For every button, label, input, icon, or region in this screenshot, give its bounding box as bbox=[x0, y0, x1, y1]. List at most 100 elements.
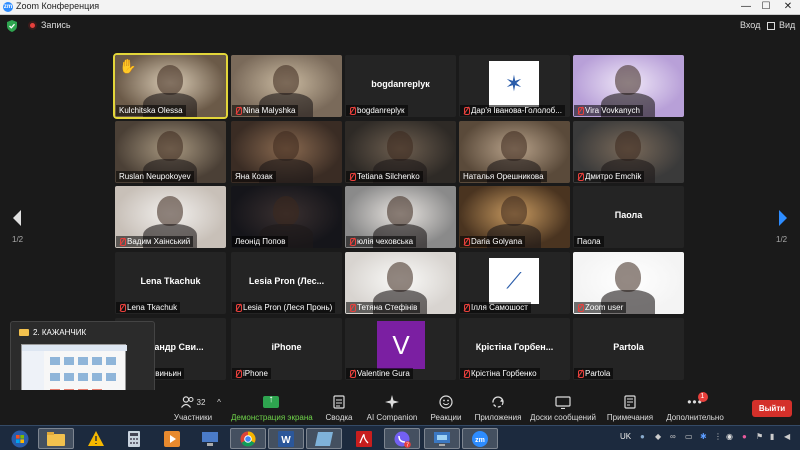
bluetooth-icon[interactable]: ✱ bbox=[700, 432, 707, 441]
apps-button[interactable]: Приложения bbox=[474, 394, 522, 422]
share-preview-title: 2. КАЖАНЧИК bbox=[33, 328, 87, 337]
participant-tile[interactable]: Паола Паола bbox=[573, 186, 684, 248]
page-indicator-right: 1/2 bbox=[776, 235, 788, 244]
share-screen-button[interactable]: Демонстрация экрана bbox=[231, 394, 313, 422]
enter-button[interactable]: Вход bbox=[740, 20, 760, 30]
taskbar-remote-desktop[interactable] bbox=[424, 428, 460, 449]
folder-icon bbox=[47, 431, 65, 446]
tray-flag-icon[interactable]: ⚑ bbox=[756, 432, 763, 441]
maximize-button[interactable]: ☐ bbox=[756, 0, 776, 15]
muted-mic-icon bbox=[349, 237, 356, 246]
recording-icon bbox=[28, 21, 37, 30]
participant-tile[interactable]: Lesia Pron (Лес... Lesia Pron (Леся Пронь… bbox=[231, 252, 342, 314]
participant-tile[interactable]: iPhone iPhone bbox=[231, 318, 342, 380]
volume-icon[interactable]: ◀ bbox=[784, 432, 790, 441]
network-monitor-icon bbox=[202, 431, 218, 446]
participant-tile[interactable]: Леонід Попов bbox=[231, 186, 342, 248]
participants-label: Участники bbox=[173, 413, 213, 422]
participant-tile[interactable]: Partola Partola bbox=[573, 318, 684, 380]
language-indicator[interactable]: UK bbox=[620, 432, 631, 441]
muted-mic-icon bbox=[349, 106, 356, 115]
participant-name: Паола bbox=[577, 237, 601, 246]
participant-name: bogdanreplук bbox=[357, 106, 405, 115]
participant-tile[interactable]: ⟋ Ілля Самошост bbox=[459, 252, 570, 314]
participant-name-bar: Kulchitska Olessa bbox=[116, 105, 186, 116]
participant-name: Daria Golyana bbox=[471, 237, 523, 246]
tray-dots-icon[interactable]: ⋮ bbox=[714, 432, 722, 441]
person-silhouette bbox=[273, 196, 299, 226]
taskbar-chrome[interactable] bbox=[230, 428, 266, 449]
taskbar-explorer[interactable] bbox=[38, 428, 74, 449]
prev-page-arrow-icon[interactable] bbox=[10, 208, 24, 228]
chrome-icon bbox=[240, 431, 256, 447]
participant-tile[interactable]: Яна Козак bbox=[231, 121, 342, 183]
tray-keyboard-icon[interactable]: ▭ bbox=[685, 432, 693, 441]
more-button[interactable]: ••• 1 Дополнительно bbox=[662, 392, 728, 422]
whiteboards-label: Доски сообщений bbox=[530, 413, 597, 422]
summary-button[interactable]: Сводка bbox=[322, 394, 356, 422]
taskbar-word[interactable]: W bbox=[268, 428, 304, 449]
participant-tile[interactable]: Вадим Хаінський bbox=[115, 186, 226, 248]
participant-tile[interactable]: Ruslan Neupokoyev bbox=[115, 121, 226, 183]
participant-tile[interactable]: Zoom user bbox=[573, 252, 684, 314]
participant-tile[interactable]: Наталья Орешникова bbox=[459, 121, 570, 183]
taskbar-viber[interactable]: 7 bbox=[384, 428, 420, 449]
participant-tile[interactable]: Тетяна Стефінів bbox=[345, 252, 456, 314]
svg-text:W: W bbox=[281, 435, 291, 446]
share-screen-label: Демонстрация экрана bbox=[231, 413, 313, 422]
taskbar-calculator[interactable] bbox=[116, 428, 152, 449]
logo-image: ✶ bbox=[489, 61, 539, 107]
participant-tile[interactable]: Nina Malyshka bbox=[231, 55, 342, 117]
participant-tile[interactable]: Vira Vovkanych bbox=[573, 55, 684, 117]
close-button[interactable]: ✕ bbox=[778, 0, 798, 15]
person-silhouette bbox=[615, 131, 641, 161]
participant-tile[interactable]: Крістіна Горбен... Крістіна Горбенко bbox=[459, 318, 570, 380]
participant-tile[interactable]: V Valentine Gura bbox=[345, 318, 456, 380]
start-button[interactable] bbox=[2, 428, 38, 449]
person-silhouette bbox=[157, 196, 183, 226]
minimize-button[interactable]: — bbox=[736, 0, 756, 15]
gallery-grid: ✋ Kulchitska Olessa Nina Malyshka bogdanrep… bbox=[113, 53, 687, 385]
participant-tile[interactable]: Lena Tkachuk Lena Tkachuk bbox=[115, 252, 226, 314]
participant-name-bar: Крістіна Горбенко bbox=[460, 368, 540, 379]
taskbar-media-player[interactable] bbox=[154, 428, 190, 449]
grid-view-icon[interactable] bbox=[767, 22, 775, 30]
ai-companion-button[interactable]: AI Companion bbox=[366, 394, 418, 422]
participant-tile[interactable]: bogdanreplук bogdanreplук bbox=[345, 55, 456, 117]
taskbar-tablet-app[interactable] bbox=[306, 428, 342, 449]
tray-zoom-icon[interactable]: ● bbox=[640, 432, 645, 441]
zoom-taskbar-label: zm bbox=[475, 437, 485, 444]
participants-options-caret-icon[interactable]: ^ bbox=[214, 398, 224, 407]
reactions-button[interactable]: Реакции bbox=[428, 394, 464, 422]
participant-tile[interactable]: Дмитро Emchik bbox=[573, 121, 684, 183]
participant-tile[interactable]: ✋ Kulchitska Olessa bbox=[113, 53, 228, 119]
taskbar-app-warning[interactable] bbox=[78, 428, 114, 449]
reactions-label: Реакции bbox=[430, 413, 462, 422]
recording-label[interactable]: Запись bbox=[41, 20, 71, 30]
participant-tile[interactable]: Daria Golyana bbox=[459, 186, 570, 248]
view-button[interactable]: Вид bbox=[779, 20, 795, 30]
notes-button[interactable]: Примечания bbox=[606, 394, 654, 422]
participant-tile[interactable]: Tetiana Silchenko bbox=[345, 121, 456, 183]
avatar: V bbox=[377, 321, 425, 369]
security-shield-icon[interactable] bbox=[7, 20, 17, 32]
participant-name-bar: Ілля Самошост bbox=[460, 302, 531, 313]
participant-name: Nina Malyshka bbox=[243, 106, 296, 115]
participant-name: Kulchitska Olessa bbox=[119, 106, 183, 115]
network-icon[interactable]: ▮ bbox=[770, 432, 774, 441]
taskbar-app-monitor[interactable] bbox=[192, 428, 228, 449]
taskbar-acrobat[interactable] bbox=[346, 428, 382, 449]
next-page-arrow-icon[interactable] bbox=[776, 208, 790, 228]
tray-app-icon[interactable]: ◆ bbox=[655, 432, 661, 441]
leave-button[interactable]: Выйти bbox=[752, 400, 792, 417]
participant-tile[interactable]: юлія чеховська bbox=[345, 186, 456, 248]
taskbar-zoom[interactable]: zm bbox=[462, 428, 498, 449]
tray-viber-icon[interactable]: ● bbox=[742, 432, 747, 441]
muted-mic-icon bbox=[235, 106, 242, 115]
participant-name-bar: Vira Vovkanych bbox=[574, 105, 643, 116]
participant-name-bar: Tetiana Silchenko bbox=[346, 171, 423, 182]
tray-shield-icon[interactable]: ◉ bbox=[726, 432, 733, 441]
whiteboards-button[interactable]: Доски сообщений bbox=[530, 394, 596, 422]
tray-link-icon[interactable]: ∞ bbox=[670, 432, 676, 441]
participant-tile[interactable]: ✶ Дар'я Іванова-Гололоб... bbox=[459, 55, 570, 117]
